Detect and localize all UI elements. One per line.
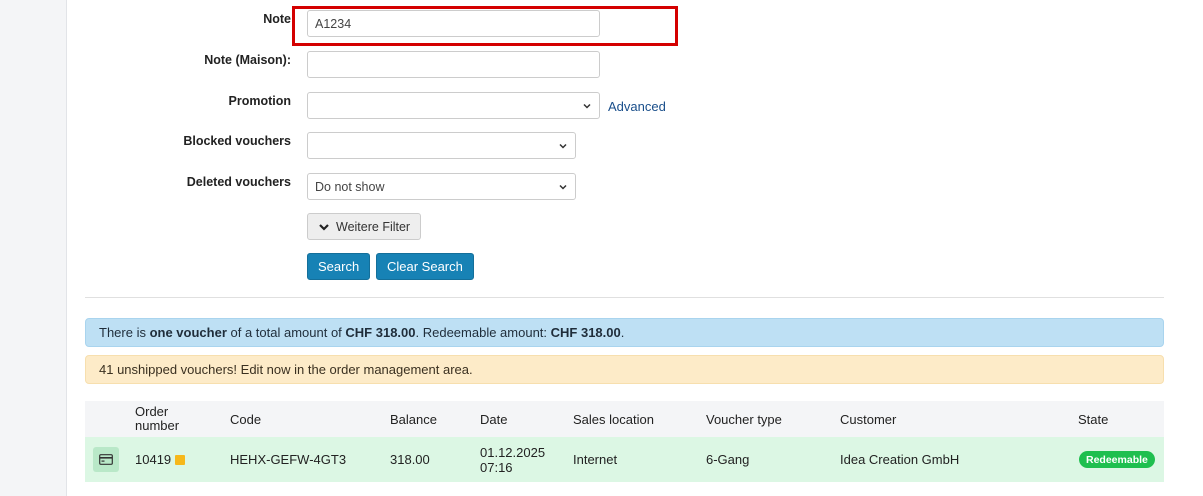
chevron-down-icon bbox=[319, 223, 329, 231]
note-maison-input[interactable] bbox=[307, 51, 600, 78]
cell-date: 01.12.2025 07:16 bbox=[480, 437, 545, 482]
summary-text-2: of a total amount of bbox=[226, 325, 346, 340]
more-filters-button[interactable]: Weitere Filter bbox=[307, 213, 422, 240]
note-icon[interactable] bbox=[175, 454, 186, 465]
deleted-vouchers-value: Do not show bbox=[315, 179, 385, 194]
divider bbox=[85, 297, 1164, 298]
unshipped-text: 41 unshipped vouchers! Edit now in the o… bbox=[99, 362, 473, 377]
summary-text: There is one voucher of a total amount o… bbox=[99, 325, 624, 340]
header-voucher-type[interactable]: Voucher type bbox=[706, 401, 782, 437]
search-button[interactable]: Search bbox=[307, 253, 371, 280]
summary-total: CHF 318.00 bbox=[345, 325, 416, 340]
order-number-value: 10419 bbox=[135, 452, 172, 467]
blocked-vouchers-row: Blocked vouchers bbox=[67, 132, 767, 160]
table-row[interactable]: 10419 HEHX-GEFW-4GT3 318.00 01.12.2025 0… bbox=[85, 437, 1164, 482]
note-maison-row: Note (Maison): bbox=[67, 51, 767, 79]
more-filters-label: Weitere Filter bbox=[336, 219, 411, 234]
summary-text-1: There is bbox=[99, 325, 150, 340]
cell-balance: 318.00 bbox=[390, 452, 430, 467]
cell-code: HEHX-GEFW-4GT3 bbox=[230, 452, 347, 467]
date-value: 01.12.2025 bbox=[480, 444, 546, 460]
header-date[interactable]: Date bbox=[480, 401, 507, 437]
unshipped-alert: 41 unshipped vouchers! Edit now in the o… bbox=[85, 355, 1164, 384]
note-maison-label: Note (Maison): bbox=[204, 53, 291, 67]
note-label: Note bbox=[263, 12, 291, 26]
advanced-link[interactable]: Advanced bbox=[608, 99, 666, 114]
header-customer[interactable]: Customer bbox=[840, 401, 896, 437]
header-order-number-line2: number bbox=[135, 418, 180, 433]
summary-count: one voucher bbox=[149, 325, 227, 340]
credit-card-icon bbox=[99, 454, 113, 465]
summary-text-4: . bbox=[620, 325, 625, 340]
deleted-vouchers-select[interactable]: Do not show bbox=[307, 173, 576, 200]
header-code[interactable]: Code bbox=[230, 401, 261, 437]
header-state[interactable]: State bbox=[1078, 401, 1108, 437]
promotion-row: Promotion Advanced bbox=[67, 92, 767, 120]
header-sales-location[interactable]: Sales location bbox=[573, 401, 654, 437]
summary-text-3: . Redeemable amount: bbox=[415, 325, 551, 340]
voucher-card-button[interactable] bbox=[93, 447, 119, 472]
header-order-number-line1: Order bbox=[135, 404, 169, 419]
header-order-number[interactable]: Order number bbox=[135, 401, 179, 437]
time-value: 07:16 bbox=[480, 459, 513, 475]
cell-order-number[interactable]: 10419 bbox=[135, 437, 186, 482]
blocked-vouchers-label: Blocked vouchers bbox=[183, 134, 291, 148]
cell-customer: Idea Creation GmbH bbox=[840, 452, 960, 467]
summary-alert: There is one voucher of a total amount o… bbox=[85, 318, 1164, 347]
summary-redeemable: CHF 318.00 bbox=[550, 325, 621, 340]
chevron-down-icon bbox=[583, 103, 591, 109]
table-header: Order number Code Balance Date Sales loc… bbox=[85, 401, 1164, 437]
chevron-down-icon bbox=[559, 143, 567, 149]
cell-voucher-type: 6-Gang bbox=[706, 452, 750, 467]
chevron-down-icon bbox=[559, 184, 567, 190]
vouchers-table: Order number Code Balance Date Sales loc… bbox=[85, 401, 1164, 482]
deleted-vouchers-label: Deleted vouchers bbox=[186, 175, 291, 189]
status-badge: Redeemable bbox=[1079, 451, 1155, 468]
header-balance[interactable]: Balance bbox=[390, 401, 437, 437]
cell-sales-location: Internet bbox=[573, 452, 618, 467]
note-highlight-box bbox=[292, 6, 678, 46]
promotion-label: Promotion bbox=[228, 94, 292, 108]
main-panel: Note A1234 Note (Maison): Promotion Adva… bbox=[66, 0, 1203, 496]
deleted-vouchers-row: Deleted vouchers Do not show bbox=[67, 173, 767, 201]
promotion-select[interactable] bbox=[307, 92, 600, 119]
blocked-vouchers-select[interactable] bbox=[307, 132, 576, 159]
clear-search-button[interactable]: Clear Search bbox=[376, 253, 474, 280]
